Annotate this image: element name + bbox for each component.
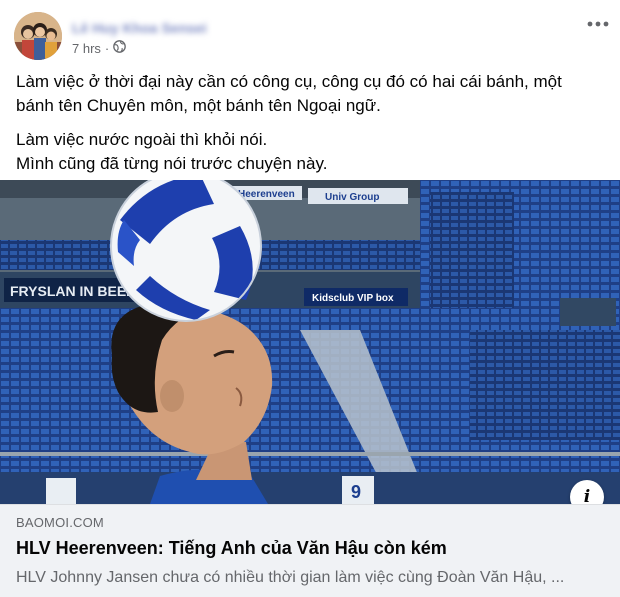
avatar-photo-icon [14,12,62,60]
post-paragraph-1: Làm việc ở thời đại này cần có công cụ, … [16,70,606,118]
stadium-photo: Heerenveen Univ Group FRYSLAN IN BEELD K… [0,180,620,504]
post-text-line: bánh tên Chuyên môn, một bánh tên Ngoại … [16,96,381,115]
sign-univ-group: Univ Group [325,192,379,203]
link-domain: BAOMOI.COM [16,515,104,530]
facebook-post: Lê Huy Khoa Sensei 7 hrs · Làm việc ở th… [0,0,620,597]
post-meta: 7 hrs · [72,40,127,56]
sign-kidsclub: Kidsclub VIP box [312,293,394,304]
meta-separator: · [104,40,110,56]
link-card[interactable]: BAOMOI.COM HLV Heerenveen: Tiếng Anh của… [0,504,620,597]
post-text-line: Làm việc nước ngoài thì khỏi nói. [16,130,268,149]
seat-number-sign: 9 [351,482,361,502]
author-avatar[interactable] [14,12,62,60]
post-paragraph-2: Làm việc nước ngoài thì khỏi nói. Mình c… [16,128,606,176]
post-text-line: Mình cũng đã từng nói trước chuyện này. [16,154,328,173]
link-headline[interactable]: HLV Heerenveen: Tiếng Anh của Văn Hậu cò… [16,538,447,559]
post-timestamp[interactable]: 7 hrs [72,41,101,56]
link-preview-image[interactable]: Heerenveen Univ Group FRYSLAN IN BEELD K… [0,180,620,504]
soccer-ball [110,180,262,322]
author-name[interactable]: Lê Huy Khoa Sensei [72,20,252,36]
post-text-line: Làm việc ở thời đại này cần có công cụ, … [16,72,562,91]
post-header: Lê Huy Khoa Sensei 7 hrs · [14,10,614,66]
sign-heerenveen: Heerenveen [238,189,295,200]
globe-icon[interactable] [113,40,127,56]
post-text: Làm việc ở thời đại này cần có công cụ, … [16,70,606,186]
link-description: HLV Johnny Jansen chưa có nhiều thời gia… [16,569,565,586]
more-options-icon[interactable] [586,14,610,34]
